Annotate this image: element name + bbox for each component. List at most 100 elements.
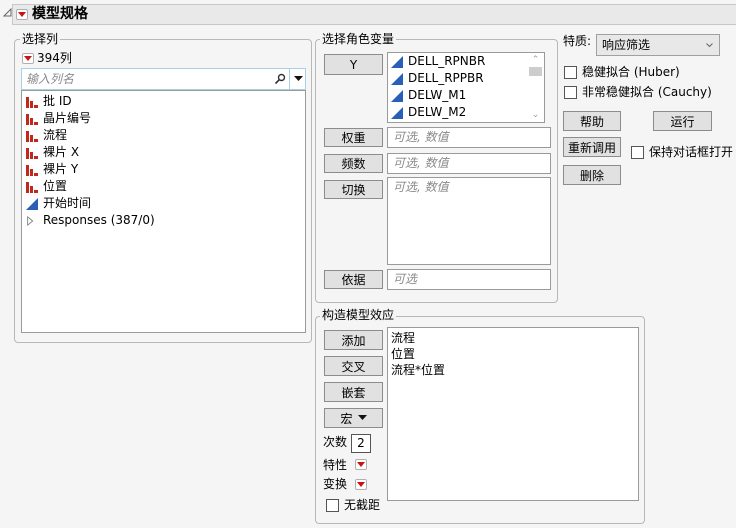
continuous-triangle-icon (391, 55, 403, 68)
switch-role-button[interactable]: 切换 (324, 180, 383, 199)
search-icon[interactable] (274, 73, 286, 85)
transform-label: 变换 (323, 477, 348, 491)
y-role-button[interactable]: Y (324, 54, 383, 75)
transform-red-triangle-icon[interactable] (355, 479, 367, 490)
keep-dialog-open-label: 保持对话框打开 (649, 145, 734, 159)
column-group-responses[interactable]: Responses (387/0) (22, 212, 305, 229)
column-list-item[interactable]: 裸片 X (22, 144, 305, 161)
column-name: 流程 (43, 128, 68, 142)
column-name: 晶片编号 (43, 111, 92, 125)
huber-label: 稳健拟合 (Huber) (582, 65, 680, 79)
weight-role-field[interactable]: 可选, 数值 (387, 127, 551, 148)
scroll-thumb[interactable] (529, 67, 542, 76)
freq-role-field[interactable]: 可选, 数值 (387, 153, 551, 174)
column-list-item[interactable]: 流程 (22, 127, 305, 144)
construct-effects-label: 构造模型效应 (320, 308, 397, 322)
model-effect-item[interactable]: 流程*位置 (391, 362, 635, 378)
personality-value: 响应筛选 (602, 38, 651, 52)
scroll-down-icon[interactable]: ⌄ (528, 109, 543, 121)
column-list-item[interactable]: 开始时间 (22, 195, 305, 212)
continuous-triangle-icon (391, 106, 403, 119)
continuous-triangle-icon (391, 89, 403, 102)
no-intercept-checkbox[interactable] (326, 499, 339, 512)
weight-role-placeholder: 可选, 数值 (393, 130, 449, 144)
search-divider (289, 68, 290, 90)
red-triangle-menu-icon[interactable] (16, 9, 28, 20)
nominal-bar-icon (26, 96, 38, 108)
column-name: 位置 (43, 179, 68, 193)
keep-dialog-open-checkbox[interactable] (631, 146, 644, 159)
nominal-bar-icon (26, 181, 38, 193)
model-effect-item[interactable]: 位置 (391, 346, 635, 362)
y-role-name: DELL_RPPBR (408, 71, 484, 85)
chevron-down-icon (706, 43, 713, 48)
model-effects-list[interactable]: 流程 位置 流程*位置 (387, 327, 639, 501)
degree-input[interactable]: 2 (351, 434, 371, 453)
y-role-scrollbar[interactable]: ⌃ ⌄ (528, 54, 543, 121)
personality-select[interactable]: 响应筛选 (596, 34, 720, 56)
continuous-triangle-icon (391, 72, 403, 85)
personality-label: 特质: (563, 34, 592, 48)
add-effect-button[interactable]: 添加 (324, 330, 383, 350)
recall-button[interactable]: 重新调用 (563, 137, 621, 157)
nominal-bar-icon (26, 130, 38, 142)
macros-label: 宏 (340, 411, 353, 426)
outline-header-bar (12, 4, 736, 25)
huber-checkbox[interactable] (564, 66, 577, 79)
nominal-bar-icon (26, 147, 38, 159)
column-count: 394列 (37, 51, 72, 65)
y-role-name: DELW_M2 (408, 105, 467, 119)
column-search-placeholder: 输入列名 (26, 72, 75, 86)
column-menu-red-triangle-icon[interactable] (22, 53, 34, 64)
column-list-item[interactable]: 裸片 Y (22, 161, 305, 178)
remove-button[interactable]: 删除 (563, 165, 621, 185)
freq-role-placeholder: 可选, 数值 (393, 156, 449, 170)
by-role-button[interactable]: 依据 (324, 270, 383, 289)
collapse-outline-icon[interactable] (3, 8, 12, 17)
run-button[interactable]: 运行 (653, 111, 712, 131)
attributes-red-triangle-icon[interactable] (355, 459, 367, 470)
y-role-item[interactable]: DELL_RPPBR (388, 70, 544, 87)
column-name: 开始时间 (43, 196, 92, 210)
degree-label: 次数 (323, 435, 348, 449)
page-title: 模型规格 (32, 6, 88, 22)
column-list-item[interactable]: 晶片编号 (22, 110, 305, 127)
y-role-item[interactable]: DELW_M2 (388, 104, 544, 121)
select-columns-label: 选择列 (20, 32, 61, 46)
column-search-field[interactable]: 输入列名 (21, 68, 306, 90)
help-button[interactable]: 帮助 (563, 111, 621, 131)
column-list-item[interactable]: 批 ID (22, 93, 305, 110)
macros-button[interactable]: 宏 (324, 408, 383, 428)
nest-button[interactable]: 嵌套 (324, 382, 383, 402)
nominal-bar-icon (26, 164, 38, 176)
column-group-name: Responses (387/0) (43, 213, 155, 227)
by-role-field[interactable]: 可选 (387, 269, 551, 290)
model-effect-item[interactable]: 流程 (391, 330, 635, 346)
dropdown-arrow-icon (357, 415, 367, 420)
column-list-item[interactable]: 位置 (22, 178, 305, 195)
search-options-dropdown-icon[interactable] (294, 76, 303, 82)
switch-role-field[interactable]: 可选, 数值 (387, 177, 551, 265)
y-role-item[interactable]: DELW_M1 (388, 87, 544, 104)
switch-role-placeholder: 可选, 数值 (393, 180, 449, 194)
y-role-list[interactable]: DELL_RPNBR DELL_RPPBR DELW_M1 DELW_M2 ⌃ … (387, 52, 545, 123)
y-role-name: DELW_M1 (408, 88, 467, 102)
cauchy-label: 非常稳健拟合 (Cauchy) (582, 85, 712, 99)
nominal-bar-icon (26, 113, 38, 125)
scroll-up-icon[interactable]: ⌃ (528, 54, 543, 66)
column-name: 裸片 Y (43, 162, 79, 176)
cauchy-checkbox[interactable] (564, 86, 577, 99)
y-role-item[interactable]: DELL_RPNBR (388, 53, 544, 70)
column-name: 裸片 X (43, 145, 80, 159)
column-name: 批 ID (43, 94, 72, 108)
cast-roles-label: 选择角色变量 (320, 32, 397, 46)
y-role-name: DELL_RPNBR (408, 54, 486, 68)
continuous-triangle-icon (26, 197, 38, 210)
by-role-placeholder: 可选 (393, 272, 418, 286)
weight-role-button[interactable]: 权重 (324, 128, 383, 147)
freq-role-button[interactable]: 频数 (324, 154, 383, 173)
column-list[interactable]: 批 ID 晶片编号 流程 裸片 X 裸片 Y 位置 开始时间 Responses… (21, 90, 306, 333)
attributes-label: 特性 (323, 458, 348, 472)
expand-triangle-icon[interactable] (26, 215, 36, 227)
cross-button[interactable]: 交叉 (324, 356, 383, 376)
